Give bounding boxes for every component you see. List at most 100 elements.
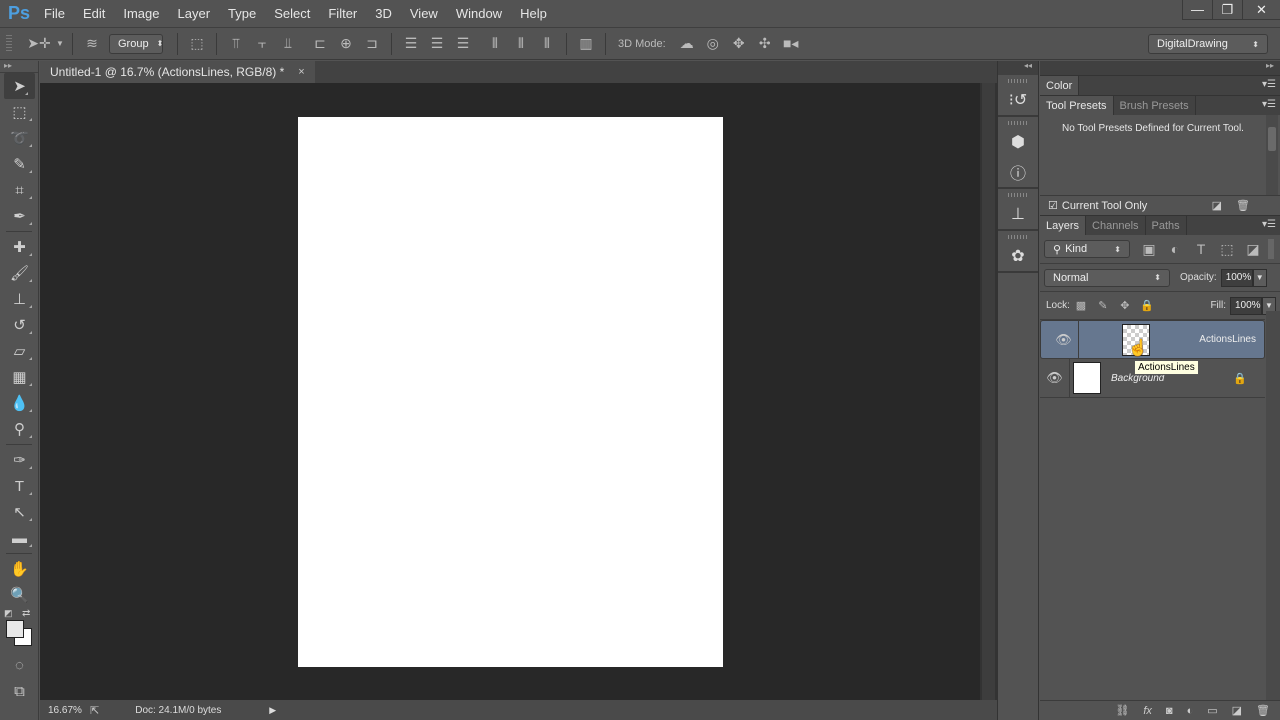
workspace-switcher[interactable]: DigitalDrawing ⬍ [1148,34,1268,54]
document-canvas[interactable] [298,117,723,667]
3d-pan-icon[interactable]: ✥ [726,33,752,55]
auto-select-layers-icon[interactable]: ≋ [79,33,105,55]
visibility-eye-icon[interactable]: 👁 [1049,320,1079,359]
delete-layer-icon[interactable]: 🗑 [1256,704,1270,717]
lock-transparent-icon[interactable]: ▩ [1070,295,1092,317]
menu-image[interactable]: Image [114,6,168,21]
filter-adjustment-icon[interactable]: ◐ [1162,238,1188,260]
lock-all-icon[interactable]: 🔒 [1136,295,1158,317]
menu-select[interactable]: Select [265,6,319,21]
filter-toggle[interactable] [1268,239,1274,259]
menu-window[interactable]: Window [447,6,511,21]
move-tool-preset-icon[interactable]: ➤✛ [24,33,54,55]
foreground-color-swatch[interactable] [6,620,24,638]
history-panel-icon[interactable]: ⁝↺ [998,85,1038,115]
marquee-tool[interactable]: ⬚ [0,99,39,125]
checkbox-icon[interactable]: ☑ [1048,199,1058,212]
link-layers-icon[interactable]: ⛓ [1115,704,1129,717]
gradient-tool[interactable]: ▦ [0,364,39,390]
dodge-tool[interactable]: ⚲ [0,416,39,442]
3d-roll-icon[interactable]: ◎ [700,33,726,55]
filter-type-icon[interactable]: T [1188,238,1214,260]
filter-smart-object-icon[interactable]: ◪ [1240,238,1266,260]
eraser-tool[interactable]: ▱ [0,338,39,364]
distribute-vcenter-icon[interactable]: ☰ [424,33,450,55]
swap-colors-icon[interactable]: ⇄ [22,608,30,619]
menu-edit[interactable]: Edit [74,6,114,21]
current-tool-only-label[interactable]: Current Tool Only [1062,200,1147,212]
options-bar-grip[interactable] [6,34,12,53]
distribute-left-icon[interactable]: ⫴ [482,33,508,55]
lock-image-icon[interactable]: ✎ [1092,295,1114,317]
lock-position-icon[interactable]: ✥ [1114,295,1136,317]
opacity-dropdown[interactable]: ▼ [1252,268,1267,287]
filter-kind-dropdown[interactable]: ⚲ Kind ⬍ [1044,240,1130,258]
close-tab-icon[interactable]: × [298,66,304,78]
delete-preset-icon[interactable]: 🗑 [1236,199,1250,212]
scrollbar-thumb[interactable] [982,83,995,700]
auto-align-layers-icon[interactable]: ▥ [573,33,599,55]
fx-icon[interactable]: fx [1143,705,1152,717]
align-left-icon[interactable]: ⊏ [307,33,333,55]
presets-scrollbar[interactable] [1266,115,1278,195]
group-grip[interactable] [1008,193,1028,197]
zoom-tool[interactable]: 🔍 [0,582,39,608]
menu-type[interactable]: Type [219,6,265,21]
filter-shape-icon[interactable]: ⬚ [1214,238,1240,260]
align-bottom-icon[interactable]: ⫫ [275,33,301,55]
lasso-tool[interactable]: ➰ [0,125,39,151]
eyedropper-tool[interactable]: ✒ [0,203,39,229]
tab-color[interactable]: Color [1040,76,1080,95]
healing-brush-tool[interactable]: ✚ [0,234,39,260]
blend-mode-dropdown[interactable]: Normal ⬍ [1044,268,1170,287]
layer-thumbnail[interactable] [1073,362,1101,394]
new-group-icon[interactable]: ▭ [1207,704,1217,717]
distribute-hcenter-icon[interactable]: ⫴ [508,33,534,55]
3d-orbit-icon[interactable]: ☁ [674,33,700,55]
3d-slide-icon[interactable]: ✣ [752,33,778,55]
new-preset-icon[interactable]: ◪ [1212,199,1222,212]
hand-tool[interactable]: ✋ [0,556,39,582]
expand-panel-icon[interactable]: ▸▸ [0,61,38,73]
align-right-icon[interactable]: ⊐ [359,33,385,55]
panel-menu-icon[interactable]: ▾☰ [1262,99,1276,110]
menu-file[interactable]: File [35,6,74,21]
restore-button[interactable]: ❐ [1212,0,1242,20]
opacity-input[interactable]: 100% [1220,268,1253,287]
pen-tool[interactable]: ✑ [0,447,39,473]
path-selection-tool[interactable]: ↖ [0,499,39,525]
auto-select-dropdown[interactable]: Group ⬍ [109,33,163,54]
expand-panels-icon[interactable]: ▸▸ [1040,61,1280,75]
canvas-area[interactable] [40,83,980,700]
crop-tool[interactable]: ⌗ [0,177,39,203]
tab-channels[interactable]: Channels [1086,216,1146,235]
3d-panel-icon[interactable]: ⬢ [998,127,1038,157]
minimize-button[interactable]: — [1182,0,1212,20]
align-hcenter-icon[interactable]: ⊕ [333,33,359,55]
layers-scrollbar[interactable] [1266,311,1280,700]
move-tool[interactable]: ➤ [4,73,35,99]
quick-mask-button[interactable]: ◌ [0,652,39,678]
clone-source-panel-icon[interactable]: ⊥ [998,199,1038,229]
group-grip[interactable] [1008,235,1028,239]
menu-help[interactable]: Help [511,6,556,21]
distribute-bottom-icon[interactable]: ☰ [450,33,476,55]
history-brush-tool[interactable]: ↺ [0,312,39,338]
align-top-icon[interactable]: ⫪ [223,33,249,55]
brush-presets-panel-icon[interactable]: ✿ [998,241,1038,271]
distribute-top-icon[interactable]: ☰ [398,33,424,55]
tab-layers[interactable]: Layers [1040,216,1087,235]
zoom-level[interactable]: 16.67% [40,705,90,716]
menu-filter[interactable]: Filter [319,6,366,21]
tab-paths[interactable]: Paths [1146,216,1187,235]
layer-row[interactable]: 👁 ActionsLines [1040,320,1265,359]
new-layer-icon[interactable]: ◪ [1232,704,1242,717]
collapse-panels-icon[interactable]: ◂◂ [998,61,1038,75]
screen-mode-button[interactable]: ⧉ [0,678,39,704]
panel-menu-icon[interactable]: ▾☰ [1262,79,1276,90]
add-mask-icon[interactable]: ◙ [1166,705,1173,717]
transform-controls-icon[interactable]: ⬚ [184,33,210,55]
group-grip[interactable] [1008,121,1028,125]
group-grip[interactable] [1008,79,1028,83]
distribute-right-icon[interactable]: ⫴ [534,33,560,55]
